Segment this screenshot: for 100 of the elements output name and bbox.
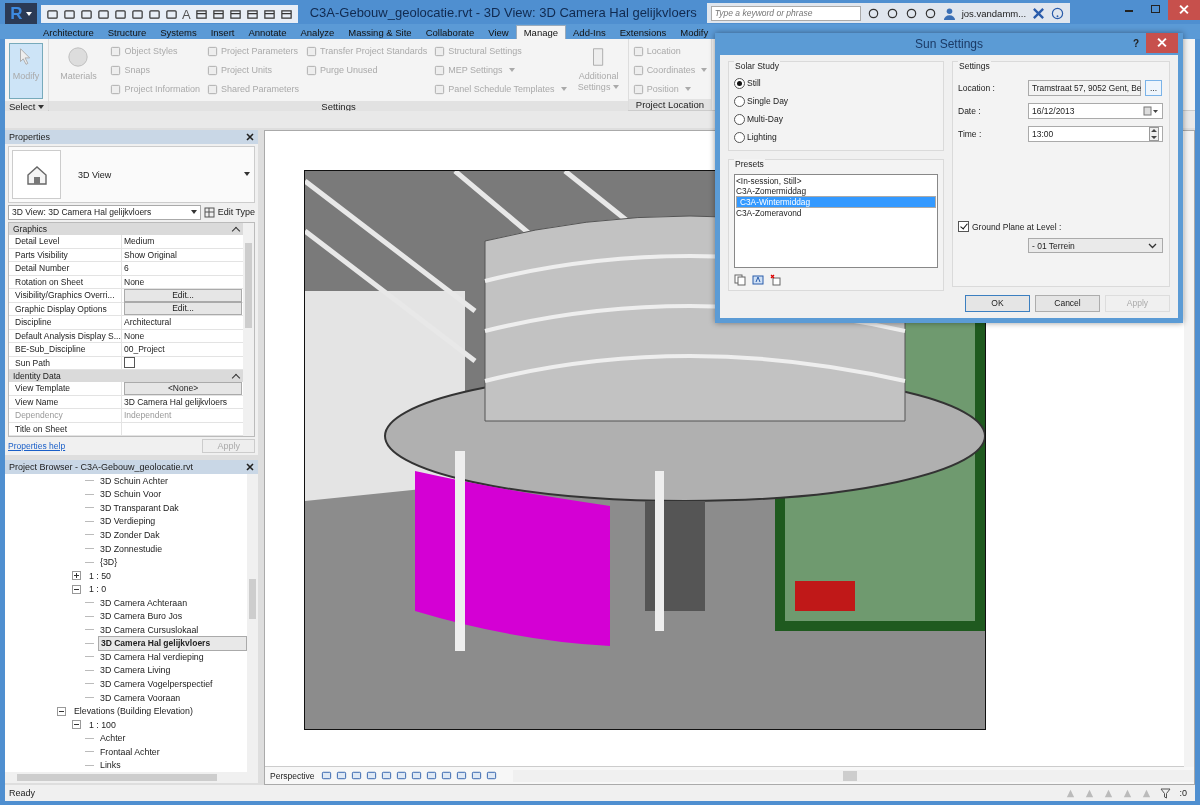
ribbon-tab[interactable]: Architecture: [36, 26, 101, 39]
delete-icon[interactable]: [770, 274, 782, 286]
tree-item[interactable]: 3D Camera Hal verdieping: [98, 651, 206, 662]
ribbon-tab[interactable]: Add-Ins: [566, 26, 613, 39]
type-name[interactable]: 3D View: [78, 169, 112, 180]
tree-item[interactable]: Elevations (Building Elevation): [72, 706, 195, 717]
radio-button[interactable]: [734, 131, 745, 143]
tree-item[interactable]: Frontaal Achter: [98, 746, 162, 757]
filter-count[interactable]: :0: [1179, 788, 1187, 798]
ribbon-tab[interactable]: Massing & Site: [341, 26, 419, 39]
browse-button[interactable]: ...: [1145, 79, 1162, 96]
checkbox[interactable]: [124, 357, 135, 369]
tree-item[interactable]: 3D Camera Achteraan: [98, 597, 190, 608]
tree-item[interactable]: 3D Camera Cursuslokaal: [98, 624, 201, 635]
panel-title[interactable]: Project Location: [628, 99, 712, 110]
edit-type-button[interactable]: Edit Type: [217, 207, 255, 217]
property-button[interactable]: Edit...: [124, 302, 242, 316]
expand-toggle[interactable]: [57, 706, 66, 716]
filter-icon[interactable]: [1160, 787, 1172, 799]
ribbon-tab[interactable]: Structure: [100, 26, 154, 39]
ribbon-tab[interactable]: Annotate: [241, 26, 294, 39]
tree-item[interactable]: 3D Schuin Voor: [98, 489, 164, 500]
ribbon-tab[interactable]: Analyze: [293, 26, 342, 39]
ribbon-tab[interactable]: View: [481, 26, 516, 39]
ribbon-tab[interactable]: Manage: [515, 25, 567, 39]
location-field[interactable]: Tramstraat 57, 9052 Gent, Be: [1028, 79, 1141, 96]
rename-icon[interactable]: [752, 274, 764, 286]
radio-label[interactable]: Multi-Day: [747, 114, 783, 124]
preset-item[interactable]: C3A-Zomermiddag: [736, 186, 936, 196]
expand-toggle[interactable]: [72, 584, 81, 594]
spinner-icon[interactable]: [1149, 126, 1159, 141]
tree-item[interactable]: 1 : 50: [87, 570, 113, 581]
properties-help-link[interactable]: Properties help: [8, 441, 66, 451]
tree-item[interactable]: 3D Camera Buro Jos: [98, 611, 185, 622]
user-icon: [942, 6, 956, 20]
property-value[interactable]: Show Original: [124, 249, 177, 260]
instance-dropdown[interactable]: 3D View: 3D Camera Hal gelijkvloers: [8, 204, 201, 220]
property-value[interactable]: 00_Project: [124, 344, 165, 355]
tree-item[interactable]: 3D Zonnestudie: [98, 543, 165, 554]
close-icon[interactable]: [246, 133, 254, 141]
chevron-down-icon[interactable]: [1148, 242, 1157, 249]
field-label: Time :: [958, 128, 983, 139]
tree-item[interactable]: 3D Camera Vooraan: [98, 692, 183, 703]
property-value[interactable]: Medium: [124, 236, 155, 247]
tree-item[interactable]: 1 : 0: [87, 584, 109, 595]
expand-toggle[interactable]: [72, 720, 81, 730]
close-button[interactable]: [1168, 0, 1200, 20]
user-menu[interactable]: jos.vandamm...: [961, 7, 1027, 19]
radio-label[interactable]: Still: [747, 78, 761, 88]
ribbon-tab[interactable]: Extensions: [612, 26, 674, 39]
scrollbar[interactable]: [513, 769, 1194, 782]
tree-item[interactable]: 3D Verdieping: [98, 516, 158, 527]
preset-item[interactable]: <In-session, Still>: [736, 176, 936, 186]
scrollbar[interactable]: [243, 223, 254, 436]
tree-item[interactable]: 3D Zonder Dak: [98, 529, 162, 540]
property-value[interactable]: Architectural: [124, 317, 172, 328]
property-value[interactable]: None: [124, 276, 145, 287]
ribbon-tab[interactable]: Insert: [203, 26, 242, 39]
tree-item[interactable]: Links: [98, 760, 123, 771]
radio-button[interactable]: [734, 77, 745, 89]
tree-item[interactable]: Achter: [98, 733, 128, 744]
time-field[interactable]: 13:00: [1032, 128, 1054, 139]
property-value[interactable]: 6: [124, 263, 129, 274]
tree-item[interactable]: 3D Camera Hal gelijkvloers: [98, 635, 247, 651]
tree-item[interactable]: 3D Camera Vogelperspectief: [98, 678, 215, 689]
dialog-button[interactable]: Cancel: [1035, 295, 1100, 312]
scrollbar[interactable]: [5, 772, 258, 783]
help-icon[interactable]: [1051, 6, 1065, 20]
dialog-button[interactable]: OK: [965, 295, 1030, 312]
tree-item[interactable]: 3D Schuin Achter: [98, 475, 170, 486]
property-value[interactable]: 3D Camera Hal gelijkvloers: [124, 396, 227, 407]
text-tool-button[interactable]: A: [182, 6, 191, 22]
preset-item[interactable]: C3A-Zomeravond: [736, 208, 936, 218]
field-label: Location :: [958, 82, 996, 93]
ribbon-tab[interactable]: Modify: [673, 26, 716, 39]
duplicate-icon[interactable]: [734, 274, 746, 286]
tree-item[interactable]: 3D Camera Living: [98, 665, 173, 676]
checkbox-label[interactable]: Ground Plane at Level :: [972, 221, 1062, 232]
tree-item[interactable]: {3D}: [98, 557, 120, 568]
radio-label[interactable]: Lighting: [747, 132, 777, 142]
scrollbar[interactable]: [247, 474, 258, 772]
radio-button[interactable]: [734, 113, 745, 125]
radio-label[interactable]: Single Day: [747, 96, 789, 106]
search-field[interactable]: Type a keyword or phrase: [710, 5, 861, 21]
radio-button[interactable]: [734, 95, 745, 107]
close-icon[interactable]: [246, 463, 254, 471]
help-button[interactable]: ?: [1132, 38, 1139, 49]
grid-icon[interactable]: [203, 206, 215, 218]
tree-item[interactable]: 1 : 100: [87, 719, 118, 730]
calendar-icon[interactable]: [1143, 105, 1159, 116]
expand-toggle[interactable]: [72, 571, 81, 581]
scrollbar[interactable]: [1184, 131, 1194, 767]
checkbox[interactable]: [958, 221, 969, 232]
ribbon-tab[interactable]: Collaborate: [418, 26, 482, 39]
x-icon[interactable]: [1032, 6, 1046, 20]
tree-item[interactable]: 3D Transparant Dak: [98, 502, 181, 513]
close-button[interactable]: [1146, 33, 1178, 53]
ribbon-tab[interactable]: Systems: [153, 26, 204, 39]
property-value[interactable]: None: [124, 330, 145, 341]
panel-title[interactable]: Settings: [49, 101, 628, 112]
